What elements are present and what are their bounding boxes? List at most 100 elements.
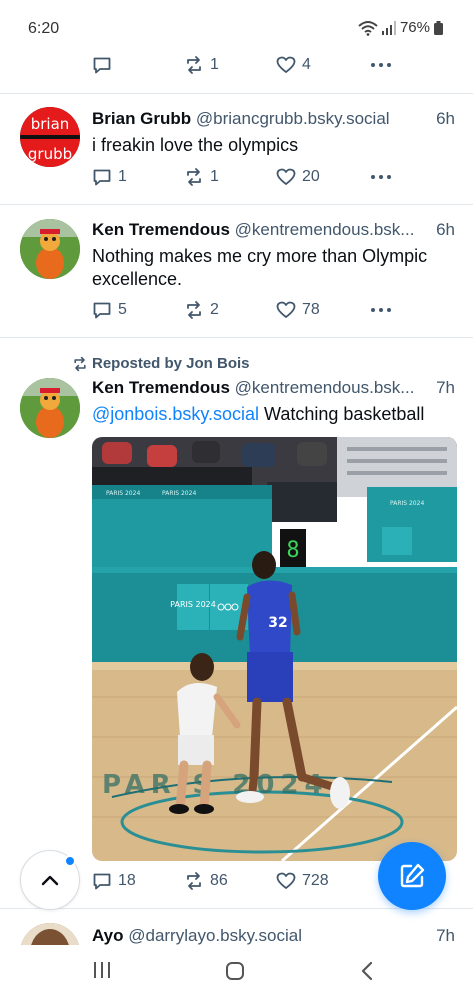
status-time: 6:20: [28, 20, 60, 37]
signage-text: PARIS 2024: [170, 600, 216, 609]
speech-bubble-icon: [93, 873, 111, 890]
more-options-button[interactable]: [370, 167, 392, 187]
like-count: 728: [302, 872, 329, 889]
reply-button[interactable]: 18: [92, 871, 136, 891]
more-options-button[interactable]: [370, 55, 392, 75]
post-header: Brian Grubb @briancgrubb.bsky.social: [92, 109, 455, 131]
avatar[interactable]: brian grubb: [20, 107, 80, 167]
avatar[interactable]: [20, 378, 80, 438]
avatar-image: [20, 923, 80, 945]
post-header: Ken Tremendous @kentremendous.bsk...: [92, 378, 455, 400]
reply-count: 5: [118, 301, 127, 318]
post-actions: 5 2 78: [92, 300, 392, 324]
post-ayo[interactable]: Ayo @darrylayo.bsky.social 7h: [0, 909, 473, 945]
signage-text: PARIS 2024: [390, 500, 424, 507]
pencil-square-icon: [400, 863, 425, 888]
jersey-number: 32: [268, 615, 287, 631]
new-posts-indicator: [64, 855, 76, 867]
repost-count: 86: [210, 872, 228, 889]
repost-arrows-icon: [187, 301, 201, 319]
ellipsis-icon: [371, 175, 391, 179]
repost-arrows-icon: [187, 168, 201, 186]
author-name[interactable]: Ken Tremendous: [92, 220, 230, 239]
reply-button[interactable]: [92, 55, 112, 75]
repost-button[interactable]: 86: [184, 871, 228, 891]
post-time[interactable]: 6h: [436, 109, 455, 129]
like-button[interactable]: 20: [276, 167, 320, 187]
like-button[interactable]: 728: [276, 871, 329, 891]
like-count: 4: [302, 56, 311, 73]
post-ken-tremendous[interactable]: Ken Tremendous @kentremendous.bsk... 6h …: [0, 205, 473, 337]
heart-icon: [276, 56, 296, 73]
signal-icon: [381, 20, 396, 35]
back-chevron-icon: [361, 961, 373, 981]
recent-apps-icon: [94, 962, 110, 978]
post-image[interactable]: PARIS 2024 PARIS 2024 PARIS 2024 8 PARIS…: [92, 437, 457, 861]
svg-text:brian: brian: [31, 115, 70, 133]
post-time[interactable]: 6h: [436, 220, 455, 240]
post-time[interactable]: 7h: [436, 926, 455, 945]
author-handle[interactable]: @kentremendous.bsk...: [235, 220, 415, 239]
mascot-avatar-image: [20, 378, 80, 438]
speech-bubble-icon: [93, 57, 111, 74]
like-count: 20: [302, 168, 320, 185]
speech-bubble-icon: [93, 169, 111, 186]
like-button[interactable]: 78: [276, 300, 320, 320]
post-text: i freakin love the olympics: [92, 135, 299, 155]
post-actions: 1 1 20: [92, 167, 392, 191]
repost-label[interactable]: Reposted by Jon Bois: [72, 355, 250, 372]
heart-icon: [276, 168, 296, 185]
repost-button[interactable]: 1: [184, 55, 219, 75]
post-text-body: Watching basketball: [259, 404, 425, 424]
author-handle[interactable]: @darrylayo.bsky.social: [128, 926, 302, 945]
signage-text: PARIS 2024: [162, 490, 196, 497]
post-text: Nothing makes me cry more than Olympic e…: [92, 246, 428, 289]
repost-button[interactable]: 2: [184, 300, 219, 320]
post-header: Ayo @darrylayo.bsky.social: [92, 926, 455, 945]
repost-count: 2: [210, 301, 219, 318]
signage-text: PARIS 2024: [106, 490, 140, 497]
post-brian-grubb[interactable]: brian grubb Brian Grubb @briancgrubb.bsk…: [0, 94, 473, 204]
like-button[interactable]: 4: [276, 55, 311, 75]
author-handle[interactable]: @kentremendous.bsk...: [235, 378, 415, 397]
post-actions: 18 86 728: [92, 871, 392, 895]
reply-count: 18: [118, 872, 136, 889]
post-time[interactable]: 7h: [436, 378, 455, 398]
recent-apps-button[interactable]: [93, 961, 111, 984]
svg-text:grubb: grubb: [28, 145, 72, 163]
home-icon: [226, 962, 244, 980]
reply-button[interactable]: 5: [92, 300, 127, 320]
repost-label-text: Reposted by Jon Bois: [92, 355, 250, 372]
home-button[interactable]: [225, 961, 245, 986]
author-handle[interactable]: @briancgrubb.bsky.social: [196, 109, 390, 128]
basketball-photo: PARIS 2024 PARIS 2024 PARIS 2024 8 PARIS…: [92, 437, 457, 861]
heart-icon: [276, 872, 296, 889]
reply-button[interactable]: 1: [92, 167, 127, 187]
heart-icon: [276, 301, 296, 318]
author-name[interactable]: Brian Grubb: [92, 109, 191, 128]
compose-button[interactable]: [378, 842, 446, 910]
ellipsis-icon: [371, 63, 391, 67]
ellipsis-icon: [371, 308, 391, 312]
reply-count: 1: [118, 168, 127, 185]
speech-bubble-icon: [93, 302, 111, 319]
chevron-up-icon: [41, 875, 59, 886]
battery-icon: [434, 20, 443, 35]
mascot-avatar-image: [20, 219, 80, 279]
status-bar: 6:20 76%: [0, 0, 473, 60]
wifi-icon: [358, 20, 378, 36]
mention-link[interactable]: @jonbois.bsky.social: [92, 404, 259, 424]
shot-clock-digit: 8: [286, 538, 299, 563]
avatar[interactable]: [20, 923, 80, 945]
system-navigation-bar: [0, 945, 473, 1000]
repost-button[interactable]: 1: [184, 167, 219, 187]
back-button[interactable]: [360, 961, 374, 986]
repost-arrows-icon: [187, 56, 201, 74]
repost-arrows-icon: [74, 356, 86, 371]
like-count: 78: [302, 301, 320, 318]
avatar[interactable]: [20, 219, 80, 279]
author-name[interactable]: Ken Tremendous: [92, 378, 230, 397]
post-header: Ken Tremendous @kentremendous.bsk...: [92, 220, 455, 242]
more-options-button[interactable]: [370, 300, 392, 320]
author-name[interactable]: Ayo: [92, 926, 124, 945]
